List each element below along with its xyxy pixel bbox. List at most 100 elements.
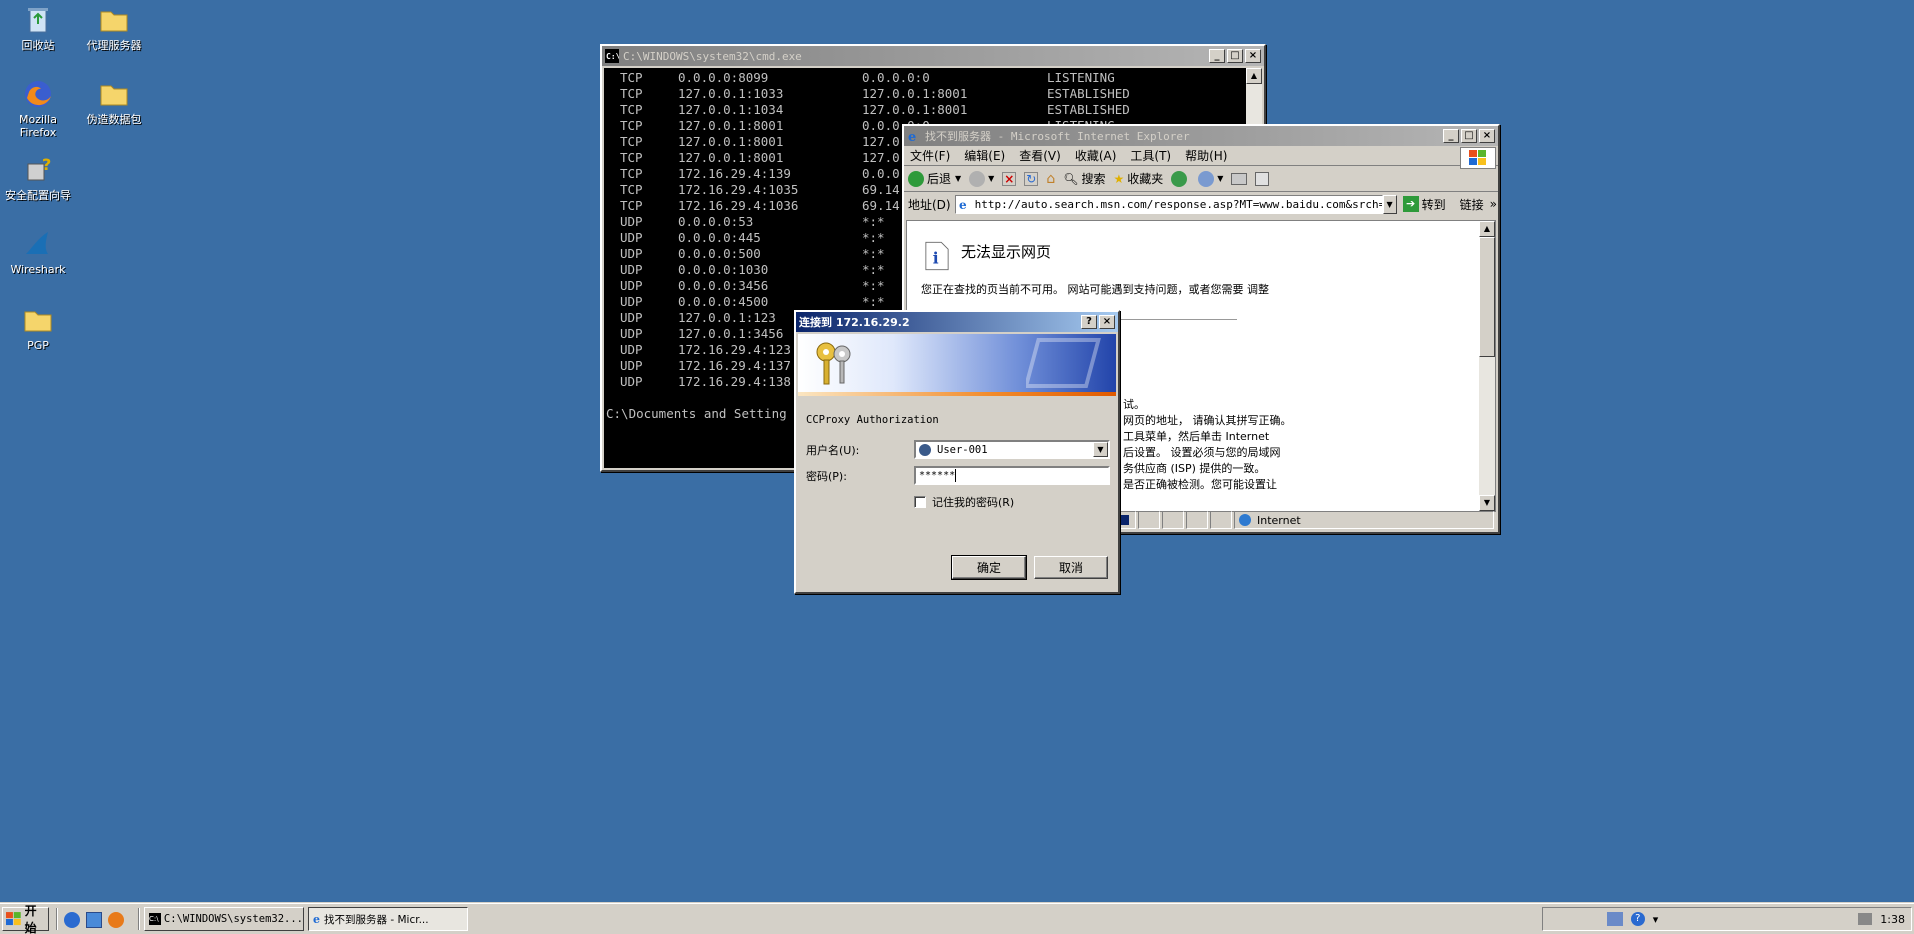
netstat-local: 0.0.0.0:53 (678, 214, 754, 229)
status-cell (1162, 511, 1184, 529)
clock[interactable]: 1:38 (1880, 913, 1905, 926)
forward-button[interactable]: ▼ (969, 170, 994, 187)
address-dropdown[interactable]: ▼ (1382, 194, 1397, 214)
desktop-icon-label: 伪造数据包 (86, 113, 142, 126)
search-button[interactable]: 🔍︎ 搜索 (1063, 170, 1105, 187)
desktop-icon-label: PGP (27, 339, 49, 352)
netstat-proto: TCP (620, 70, 643, 85)
auth-dialog[interactable]: 连接到 172.16.29.2 ? × CCProxy Authorizatio… (794, 310, 1120, 594)
quicklaunch-ie-icon[interactable] (64, 912, 80, 928)
chevron-down-icon[interactable]: ▼ (1093, 442, 1108, 457)
password-field[interactable]: ****** (914, 466, 1110, 485)
desktop-icon-pgp[interactable]: PGP (0, 304, 76, 352)
text-cursor (955, 469, 957, 482)
netstat-proto: UDP (620, 310, 643, 325)
netstat-proto: UDP (620, 214, 643, 229)
netstat-local: 0.0.0.0:1030 (678, 262, 769, 277)
address-input[interactable]: e http://auto.search.msn.com/response.as… (954, 194, 1383, 214)
history-button[interactable] (1171, 170, 1190, 187)
minimize-button[interactable]: _ (1443, 129, 1459, 143)
page-scrollbar[interactable]: ▲ ▼ (1479, 221, 1495, 511)
checkbox-box[interactable] (914, 496, 926, 508)
chevron-down-icon[interactable]: ▼ (1217, 174, 1223, 183)
zone-label: Internet (1257, 513, 1301, 527)
help-button[interactable]: ? (1081, 315, 1097, 329)
mail-button[interactable]: ▼ (1198, 170, 1223, 187)
chevron-right-icon[interactable]: » (1490, 197, 1497, 211)
desktop-icon-proxy-server[interactable]: 代理服务器 (76, 4, 152, 52)
start-button[interactable]: 开始 (2, 904, 49, 934)
desktop-icon-recycle-bin[interactable]: 回收站 (0, 4, 76, 52)
minimize-button[interactable]: _ (1209, 49, 1225, 63)
netstat-proto: TCP (620, 150, 643, 165)
back-button[interactable]: 后退 ▼ (908, 170, 961, 187)
quicklaunch-firefox-icon[interactable] (108, 912, 124, 928)
links-label[interactable]: 链接 (1460, 196, 1484, 213)
home-button[interactable]: ⌂ (1046, 171, 1055, 187)
print-button[interactable] (1231, 172, 1248, 185)
scroll-up-icon[interactable]: ▲ (1479, 221, 1495, 237)
cancel-button[interactable]: 取消 (1034, 556, 1108, 579)
search-icon: 🔍︎ (1063, 171, 1079, 186)
desktop-icon-label: Mozilla Firefox (19, 113, 57, 139)
ie-titlebar[interactable]: e 找不到服务器 - Microsoft Internet Explorer _… (904, 126, 1498, 146)
scroll-down-icon[interactable]: ▼ (1479, 495, 1495, 511)
desktop-icon-firefox[interactable]: Mozilla Firefox (0, 78, 76, 139)
close-button[interactable]: × (1245, 49, 1261, 63)
desktop-icon-label: Wireshark (10, 263, 66, 276)
console-icon: C:\ (149, 913, 161, 925)
task-button-ie[interactable]: e 找不到服务器 - Micr... (308, 907, 468, 931)
desktop-icon-security-wizard[interactable]: ? 安全配置向导 (0, 154, 76, 202)
netstat-local: 0.0.0.0:445 (678, 230, 761, 245)
address-label: 地址(D) (908, 197, 951, 212)
ie-addressbar: 地址(D) e http://auto.search.msn.com/respo… (904, 192, 1498, 216)
tray-icon[interactable] (1858, 913, 1873, 925)
menu-edit[interactable]: 编辑(E) (964, 147, 1005, 164)
edit-button[interactable] (1255, 171, 1270, 186)
cmd-titlebar[interactable]: C:\ C:\WINDOWS\system32\cmd.exe _ □ × (602, 46, 1264, 66)
go-button[interactable]: ➔ 转到 (1402, 196, 1446, 213)
netstat-proto: UDP (620, 358, 643, 373)
desktop-icon-fake-packet[interactable]: 伪造数据包 (76, 78, 152, 126)
close-button[interactable]: × (1099, 315, 1115, 329)
task-button-cmd[interactable]: C:\ C:\WINDOWS\system32... (144, 907, 304, 931)
menu-favorites[interactable]: 收藏(A) (1075, 147, 1117, 164)
password-value: ****** (919, 470, 956, 481)
maximize-button[interactable]: □ (1461, 129, 1477, 143)
speaker-icon[interactable]: ▾ (1653, 913, 1659, 926)
scroll-up-icon[interactable]: ▲ (1246, 68, 1262, 84)
menu-help[interactable]: 帮助(H) (1185, 147, 1227, 164)
netstat-proto: TCP (620, 198, 643, 213)
netstat-local: 0.0.0.0:500 (678, 246, 761, 261)
chevron-down-icon[interactable]: ▼ (988, 174, 994, 183)
favorites-button[interactable]: ★ 收藏夹 (1113, 170, 1163, 187)
chevron-down-icon[interactable]: ▼ (955, 174, 961, 183)
ie-toolbar: 后退 ▼ ▼ × ↻ ⌂ 🔍︎ 搜索 ★ 收藏夹 ▼ (904, 166, 1498, 192)
windows-flag-icon (6, 912, 21, 926)
netstat-local: 127.0.0.1:8001 (678, 118, 784, 133)
netstat-proto: UDP (620, 278, 643, 293)
desktop-icon-wireshark[interactable]: Wireshark (0, 228, 76, 276)
menu-file[interactable]: 文件(F) (910, 147, 950, 164)
remember-checkbox[interactable]: 记住我的密码(R) (914, 494, 1014, 510)
help-icon[interactable]: ? (1630, 912, 1645, 926)
dialog-titlebar[interactable]: 连接到 172.16.29.2 ? × (796, 312, 1118, 332)
stop-button[interactable]: × (1002, 171, 1017, 186)
close-button[interactable]: × (1479, 129, 1495, 143)
quicklaunch-desktop-icon[interactable] (86, 912, 102, 928)
username-combo[interactable]: User-001 ▼ (914, 440, 1110, 459)
netstat-proto: TCP (620, 166, 643, 181)
netstat-local: 172.16.29.4:139 (678, 166, 791, 181)
user-icon (919, 443, 931, 456)
refresh-button[interactable]: ↻ (1024, 171, 1039, 186)
network-icon[interactable] (1606, 912, 1623, 926)
menu-view[interactable]: 查看(V) (1019, 147, 1061, 164)
menu-tools[interactable]: 工具(T) (1130, 147, 1171, 164)
scroll-thumb[interactable] (1479, 237, 1495, 357)
ok-button[interactable]: 确定 (951, 555, 1027, 580)
maximize-button[interactable]: □ (1227, 49, 1243, 63)
ie-menubar: 文件(F) 编辑(E) 查看(V) 收藏(A) 工具(T) 帮助(H) (904, 146, 1498, 169)
netstat-local: 127.0.0.1:8001 (678, 150, 784, 165)
desktop-icon-label: 回收站 (21, 39, 55, 52)
taskbar: 开始 C:\ C:\WINDOWS\system32... e 找不到服务器 -… (0, 903, 1914, 934)
